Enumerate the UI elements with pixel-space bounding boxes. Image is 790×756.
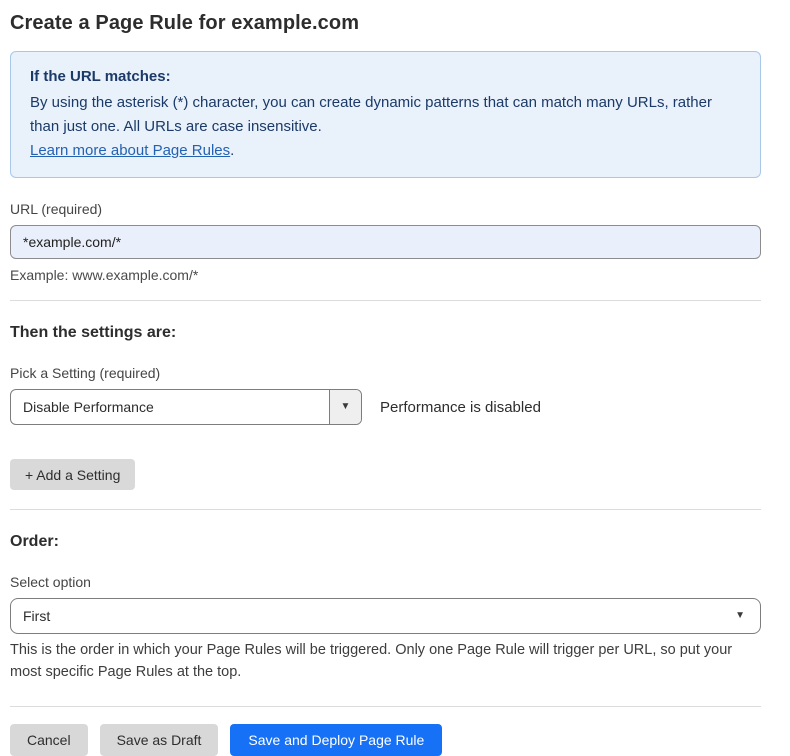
info-box-body: By using the asterisk (*) character, you…	[30, 91, 741, 139]
setting-status-text: Performance is disabled	[380, 399, 541, 416]
add-setting-button[interactable]: + Add a Setting	[10, 459, 135, 490]
chevron-down-icon: ▼	[735, 611, 745, 621]
setting-select-arrow-button[interactable]: ▼	[329, 390, 361, 424]
pick-setting-label: Pick a Setting (required)	[10, 365, 761, 381]
chevron-down-icon: ▼	[341, 402, 351, 412]
order-help-text: This is the order in which your Page Rul…	[10, 639, 761, 683]
divider	[10, 706, 761, 707]
setting-row: Disable Performance ▼ Performance is dis…	[10, 389, 761, 425]
create-page-rule-panel: Create a Page Rule for example.com If th…	[0, 12, 790, 756]
setting-select[interactable]: Disable Performance ▼	[10, 389, 362, 425]
url-match-info-box: If the URL matches: By using the asteris…	[10, 51, 761, 178]
order-select-value: First	[11, 599, 735, 633]
cancel-button[interactable]: Cancel	[10, 724, 88, 756]
order-select-caret-area: ▼	[735, 599, 760, 633]
settings-section-heading: Then the settings are:	[10, 324, 761, 342]
url-field-label: URL (required)	[10, 201, 761, 217]
page-title: Create a Page Rule for example.com	[10, 12, 761, 35]
footer-actions: Cancel Save as Draft Save and Deploy Pag…	[10, 724, 761, 756]
learn-more-link[interactable]: Learn more about Page Rules	[30, 142, 230, 159]
setting-select-value: Disable Performance	[11, 390, 329, 424]
order-section-heading: Order:	[10, 533, 761, 551]
url-input[interactable]	[10, 225, 761, 259]
save-deploy-button[interactable]: Save and Deploy Page Rule	[230, 724, 442, 756]
link-suffix: .	[230, 142, 234, 159]
divider	[10, 509, 761, 510]
url-example-text: Example: www.example.com/*	[10, 267, 761, 283]
info-box-link-line: Learn more about Page Rules.	[30, 139, 741, 163]
order-select[interactable]: First ▼	[10, 598, 761, 634]
info-box-heading: If the URL matches:	[30, 65, 741, 89]
order-select-label: Select option	[10, 574, 761, 590]
save-draft-button[interactable]: Save as Draft	[100, 724, 219, 756]
divider	[10, 300, 761, 301]
